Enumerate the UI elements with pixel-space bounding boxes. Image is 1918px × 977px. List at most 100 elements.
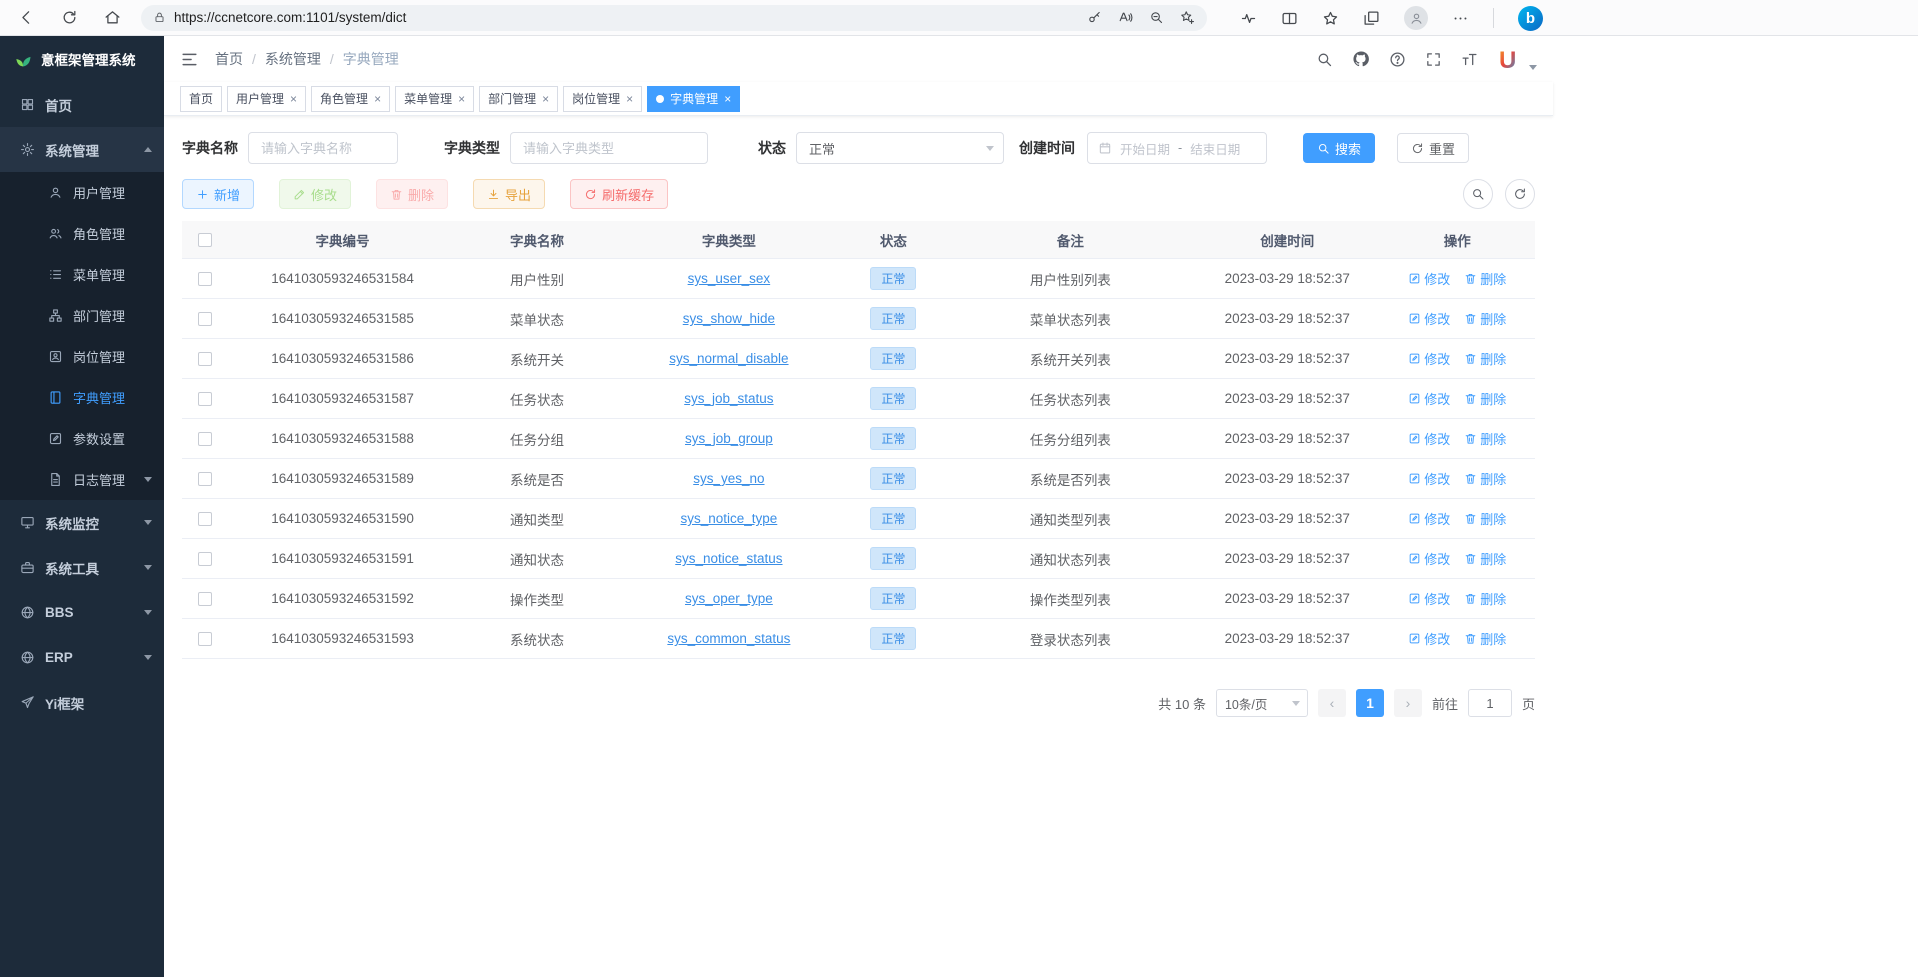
delete-link[interactable]: 删除 <box>1464 509 1506 528</box>
row-checkbox[interactable] <box>198 272 212 286</box>
tab-dict-management[interactable]: 字典管理 × <box>647 86 740 112</box>
help-icon[interactable] <box>1389 51 1406 68</box>
page-size-select[interactable]: 10条/页 <box>1216 689 1308 717</box>
sidebar-item-system-tools[interactable]: 系统工具 <box>0 545 164 590</box>
sidebar-item-yi-framework[interactable]: Yi框架 <box>0 680 164 725</box>
close-icon[interactable]: × <box>626 93 633 105</box>
dict-type-link[interactable]: sys_common_status <box>667 631 790 646</box>
dict-type-link[interactable]: sys_user_sex <box>688 271 771 286</box>
edit-link[interactable]: 修改 <box>1408 589 1450 608</box>
collections-icon[interactable] <box>1363 10 1380 27</box>
status-select[interactable]: 正常 <box>796 132 1004 164</box>
favorites-icon[interactable] <box>1322 10 1339 27</box>
refresh-table-button[interactable] <box>1505 179 1535 209</box>
edit-link[interactable]: 修改 <box>1408 309 1450 328</box>
dict-name-input[interactable] <box>248 132 398 164</box>
edit-link[interactable]: 修改 <box>1408 509 1450 528</box>
delete-link[interactable]: 删除 <box>1464 269 1506 288</box>
edit-link[interactable]: 修改 <box>1408 349 1450 368</box>
dict-type-link[interactable]: sys_show_hide <box>683 311 775 326</box>
prev-page-button[interactable]: ‹ <box>1318 689 1346 717</box>
date-range-picker[interactable]: 开始日期 - 结束日期 <box>1087 132 1267 164</box>
site-lock-icon[interactable] <box>153 11 166 24</box>
refresh-icon[interactable] <box>61 9 78 26</box>
delete-button[interactable]: 删除 <box>376 179 448 209</box>
export-button[interactable]: 导出 <box>473 179 545 209</box>
current-page-button[interactable]: 1 <box>1356 689 1384 717</box>
row-checkbox[interactable] <box>198 432 212 446</box>
bing-chat-icon[interactable]: b <box>1518 6 1543 31</box>
hamburger-icon[interactable] <box>180 50 199 69</box>
address-bar[interactable]: https://ccnetcore.com:1101/system/dict <box>141 5 1207 31</box>
fullscreen-icon[interactable] <box>1425 51 1442 68</box>
dict-type-link[interactable]: sys_oper_type <box>685 591 773 606</box>
sidebar-item-dept-management[interactable]: 部门管理 <box>0 295 164 336</box>
dict-type-link[interactable]: sys_job_status <box>684 391 773 406</box>
edit-link[interactable]: 修改 <box>1408 429 1450 448</box>
edit-button[interactable]: 修改 <box>279 179 351 209</box>
close-icon[interactable]: × <box>542 93 549 105</box>
row-checkbox[interactable] <box>198 512 212 526</box>
row-checkbox[interactable] <box>198 392 212 406</box>
delete-link[interactable]: 删除 <box>1464 589 1506 608</box>
sidebar-item-role-management[interactable]: 角色管理 <box>0 213 164 254</box>
delete-link[interactable]: 删除 <box>1464 549 1506 568</box>
breadcrumb-home[interactable]: 首页 <box>215 49 243 69</box>
sidebar-item-home[interactable]: 首页 <box>0 82 164 127</box>
reset-button[interactable]: 重置 <box>1397 133 1469 163</box>
row-checkbox[interactable] <box>198 312 212 326</box>
user-avatar-logo[interactable]: U <box>1497 46 1537 72</box>
tab-role-management[interactable]: 角色管理 × <box>311 86 390 112</box>
password-key-icon[interactable] <box>1087 10 1102 25</box>
sidebar-item-system-monitor[interactable]: 系统监控 <box>0 500 164 545</box>
tab-dept-management[interactable]: 部门管理 × <box>479 86 558 112</box>
show-search-toggle[interactable] <box>1463 179 1493 209</box>
delete-link[interactable]: 删除 <box>1464 309 1506 328</box>
sidebar-item-dict-management[interactable]: 字典管理 <box>0 377 164 418</box>
delete-link[interactable]: 删除 <box>1464 469 1506 488</box>
search-button[interactable]: 搜索 <box>1303 133 1375 163</box>
sidebar-item-bbs[interactable]: BBS <box>0 590 164 635</box>
back-icon[interactable] <box>18 9 35 26</box>
sidebar-item-erp[interactable]: ERP <box>0 635 164 680</box>
close-icon[interactable]: × <box>458 93 465 105</box>
split-screen-icon[interactable] <box>1281 10 1298 27</box>
edit-link[interactable]: 修改 <box>1408 469 1450 488</box>
header-search-icon[interactable] <box>1316 51 1333 68</box>
app-logo[interactable]: 意框架管理系统 <box>0 36 164 82</box>
refresh-cache-button[interactable]: 刷新缓存 <box>570 179 668 209</box>
dict-type-input[interactable] <box>510 132 708 164</box>
dict-type-link[interactable]: sys_job_group <box>685 431 773 446</box>
row-checkbox[interactable] <box>198 552 212 566</box>
edit-link[interactable]: 修改 <box>1408 389 1450 408</box>
home-icon[interactable] <box>104 9 121 26</box>
sidebar-item-system-management[interactable]: 系统管理 <box>0 127 164 172</box>
tab-home[interactable]: 首页 <box>180 86 222 112</box>
row-checkbox[interactable] <box>198 472 212 486</box>
sidebar-item-param-settings[interactable]: 参数设置 <box>0 418 164 459</box>
delete-link[interactable]: 删除 <box>1464 349 1506 368</box>
browser-menu-icon[interactable] <box>1452 10 1469 27</box>
sidebar-item-user-management[interactable]: 用户管理 <box>0 172 164 213</box>
delete-link[interactable]: 删除 <box>1464 429 1506 448</box>
url-text[interactable]: https://ccnetcore.com:1101/system/dict <box>174 10 1079 25</box>
browser-essentials-icon[interactable] <box>1240 10 1257 27</box>
breadcrumb-system[interactable]: 系统管理 <box>265 49 321 69</box>
read-aloud-icon[interactable] <box>1118 10 1133 25</box>
row-checkbox[interactable] <box>198 592 212 606</box>
next-page-button[interactable]: › <box>1394 689 1422 717</box>
sidebar-item-log-management[interactable]: 日志管理 <box>0 459 164 500</box>
edit-link[interactable]: 修改 <box>1408 269 1450 288</box>
add-favorite-icon[interactable] <box>1180 10 1195 25</box>
profile-avatar[interactable] <box>1404 6 1428 30</box>
goto-page-input[interactable] <box>1468 689 1512 717</box>
font-size-icon[interactable] <box>1461 51 1478 68</box>
delete-link[interactable]: 删除 <box>1464 389 1506 408</box>
dict-type-link[interactable]: sys_normal_disable <box>669 351 788 366</box>
zoom-out-icon[interactable] <box>1149 10 1164 25</box>
close-icon[interactable]: × <box>290 93 297 105</box>
dict-type-link[interactable]: sys_notice_status <box>675 551 782 566</box>
delete-link[interactable]: 删除 <box>1464 629 1506 648</box>
sidebar-item-menu-management[interactable]: 菜单管理 <box>0 254 164 295</box>
dict-type-link[interactable]: sys_notice_type <box>680 511 777 526</box>
